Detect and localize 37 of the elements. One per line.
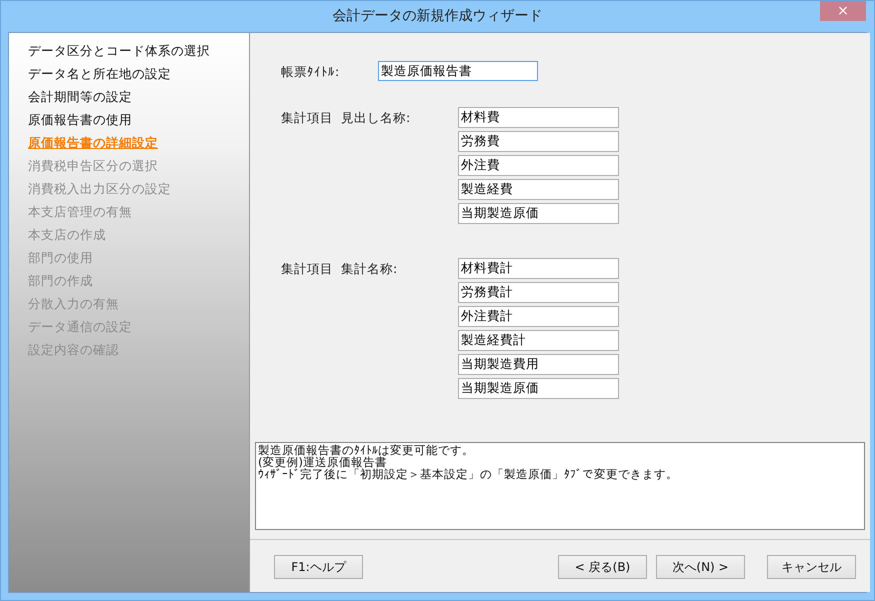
note-text: (変更例)運送原価報告書	[258, 456, 387, 468]
wizard-step: データ通信の設定	[9, 315, 249, 338]
field-label: 集計項目 集計名称:	[281, 260, 398, 278]
wizard-step: 原価報告書の詳細設定	[9, 131, 249, 154]
wizard-step: データ区分とコード体系の選択	[9, 39, 249, 62]
wizard-step: 原価報告書の使用	[9, 108, 249, 131]
wizard-step: 本支店の作成	[9, 223, 249, 246]
name-input[interactable]: 当期製造費用	[458, 354, 619, 375]
wizard-step: 部門の使用	[9, 246, 249, 269]
name-input[interactable]: 製造経費	[458, 179, 619, 200]
name-input[interactable]: 当期製造原価	[458, 203, 619, 224]
wizard-step: 部門の作成	[9, 269, 249, 292]
back-button[interactable]: < 戻る(B)	[558, 555, 647, 579]
next-button[interactable]: 次へ(N) >	[656, 555, 745, 579]
cancel-button[interactable]: キャンセル	[767, 555, 856, 579]
help-button[interactable]: F1:ヘルプ	[274, 555, 363, 579]
title-input[interactable]: 製造原価報告書	[378, 61, 538, 81]
name-input[interactable]: 材料費	[458, 107, 619, 128]
wizard-step: 設定内容の確認	[9, 338, 249, 361]
window-title: 会計データの新規作成ウィザード	[332, 7, 542, 25]
name-input[interactable]: 労務費計	[458, 282, 619, 303]
wizard-step: 消費税入出力区分の設定	[9, 177, 249, 200]
wizard-step: データ名と所在地の設定	[9, 62, 249, 85]
wizard-step: 分散入力の有無	[9, 292, 249, 315]
name-input[interactable]: 製造経費計	[458, 330, 619, 351]
note-text: 製造原価報告書のﾀｲﾄﾙは変更可能です。	[258, 444, 475, 456]
note-text: ｳｨｻﾞｰﾄﾞ完了後に「初期設定＞基本設定」の「製造原価」ﾀﾌﾞで変更できます。	[258, 468, 679, 480]
field-label: 集計項目 見出し名称:	[281, 109, 412, 127]
wizard-step: 本支店管理の有無	[9, 200, 249, 223]
name-input[interactable]: 労務費	[458, 131, 619, 152]
name-input[interactable]: 材料費計	[458, 258, 619, 279]
field-label: 帳票ﾀｲﾄﾙ:	[281, 63, 340, 81]
wizard-step: 会計期間等の設定	[9, 85, 249, 108]
wizard-step: 消費税申告区分の選択	[9, 154, 249, 177]
name-input[interactable]: 外注費	[458, 155, 619, 176]
name-input[interactable]: 当期製造原価	[458, 378, 619, 399]
name-input[interactable]: 外注費計	[458, 306, 619, 327]
